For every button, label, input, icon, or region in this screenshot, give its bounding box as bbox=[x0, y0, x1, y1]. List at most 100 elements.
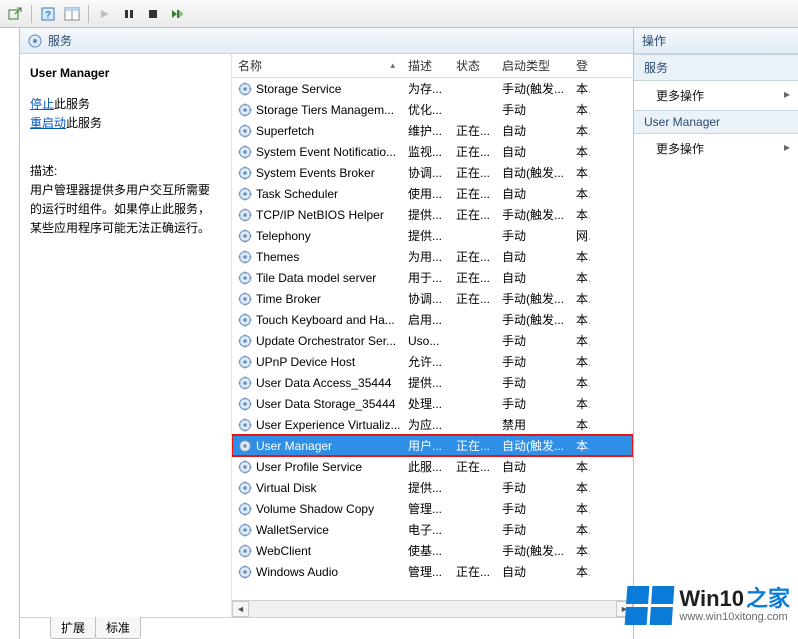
service-logon: 本 bbox=[570, 311, 590, 328]
actions-group-services: 服务 bbox=[634, 54, 798, 81]
service-icon bbox=[238, 313, 252, 327]
service-row[interactable]: WebClient使基...手动(触发...本 bbox=[232, 540, 633, 561]
col-start-type[interactable]: 启动类型 bbox=[496, 54, 570, 77]
scroll-left-icon[interactable]: ◄ bbox=[232, 601, 249, 617]
service-row[interactable]: User Profile Service此服...正在...自动本 bbox=[232, 456, 633, 477]
service-row[interactable]: Storage Service为存...手动(触发...本 bbox=[232, 78, 633, 99]
h-scrollbar[interactable]: ◄ ► bbox=[232, 600, 633, 617]
service-row[interactable]: Touch Keyboard and Ha...启用...手动(触发...本 bbox=[232, 309, 633, 330]
service-row[interactable]: User Experience Virtualiz...为应...禁用本 bbox=[232, 414, 633, 435]
service-name: WebClient bbox=[256, 544, 311, 558]
scroll-track[interactable] bbox=[249, 601, 616, 617]
service-desc: 使基... bbox=[402, 542, 450, 559]
service-status: 正在... bbox=[450, 248, 496, 265]
service-row[interactable]: User Data Access_35444提供...手动本 bbox=[232, 372, 633, 393]
service-row[interactable]: WalletService电子...手动本 bbox=[232, 519, 633, 540]
service-logon: 本 bbox=[570, 248, 590, 265]
service-icon bbox=[238, 334, 252, 348]
stop-icon[interactable] bbox=[142, 3, 164, 25]
service-desc: 此服... bbox=[402, 458, 450, 475]
selected-service-title: User Manager bbox=[30, 64, 221, 83]
help-icon[interactable]: ? bbox=[37, 3, 59, 25]
service-type: 手动 bbox=[496, 227, 570, 244]
service-type: 手动 bbox=[496, 521, 570, 538]
service-status: 正在... bbox=[450, 563, 496, 580]
service-icon bbox=[238, 460, 252, 474]
chevron-right-icon: ▸ bbox=[784, 140, 790, 154]
col-logon[interactable]: 登 bbox=[570, 54, 590, 77]
service-name: Telephony bbox=[256, 229, 311, 243]
service-name: Update Orchestrator Ser... bbox=[256, 334, 396, 348]
column-headers[interactable]: 名称▴ 描述 状态 启动类型 登 bbox=[232, 54, 633, 78]
service-name: Virtual Disk bbox=[256, 481, 316, 495]
service-row[interactable]: Virtual Disk提供...手动本 bbox=[232, 477, 633, 498]
service-icon bbox=[238, 523, 252, 537]
service-row[interactable]: User Data Storage_35444处理...手动本 bbox=[232, 393, 633, 414]
restart-icon[interactable] bbox=[166, 3, 188, 25]
tab-extended[interactable]: 扩展 bbox=[50, 617, 96, 639]
service-status: 正在... bbox=[450, 185, 496, 202]
service-icon bbox=[238, 292, 252, 306]
service-icon bbox=[238, 439, 252, 453]
service-icon bbox=[238, 355, 252, 369]
col-status[interactable]: 状态 bbox=[450, 54, 496, 77]
service-row[interactable]: Telephony提供...手动网 bbox=[232, 225, 633, 246]
service-logon: 本 bbox=[570, 80, 590, 97]
service-icon bbox=[238, 502, 252, 516]
service-desc: 为用... bbox=[402, 248, 450, 265]
export-icon[interactable] bbox=[4, 3, 26, 25]
service-row[interactable]: UPnP Device Host允许...手动本 bbox=[232, 351, 633, 372]
service-icon bbox=[238, 250, 252, 264]
service-type: 自动 bbox=[496, 563, 570, 580]
col-name[interactable]: 名称▴ bbox=[232, 54, 402, 77]
stop-link[interactable]: 停止 bbox=[30, 95, 54, 114]
service-type: 自动 bbox=[496, 143, 570, 160]
sort-asc-icon: ▴ bbox=[390, 60, 395, 71]
service-logon: 本 bbox=[570, 143, 590, 160]
watermark: Win10之家 www.win10xitong.com bbox=[626, 586, 790, 625]
service-row[interactable]: Update Orchestrator Ser...Uso...手动本 bbox=[232, 330, 633, 351]
service-desc: 管理... bbox=[402, 563, 450, 580]
panel-title: 服务 bbox=[48, 32, 72, 49]
service-row[interactable]: User Manager用户...正在...自动(触发...本 bbox=[232, 435, 633, 456]
service-type: 手动 bbox=[496, 101, 570, 118]
actions-header: 操作 bbox=[634, 28, 798, 54]
service-name: Time Broker bbox=[256, 292, 321, 306]
panel-icon[interactable] bbox=[61, 3, 83, 25]
service-row[interactable]: Tile Data model server用于...正在...自动本 bbox=[232, 267, 633, 288]
service-row[interactable]: System Events Broker协调...正在...自动(触发...本 bbox=[232, 162, 633, 183]
service-type: 手动(触发... bbox=[496, 80, 570, 97]
service-status: 正在... bbox=[450, 122, 496, 139]
restart-link[interactable]: 重启动 bbox=[30, 114, 66, 133]
service-row[interactable]: Windows Audio管理...正在...自动本 bbox=[232, 561, 633, 582]
panel-header: 服务 bbox=[20, 28, 633, 54]
service-desc: 监视... bbox=[402, 143, 450, 160]
service-icon bbox=[238, 103, 252, 117]
service-icon bbox=[238, 82, 252, 96]
toolbar: ? bbox=[0, 0, 798, 28]
service-icon bbox=[238, 145, 252, 159]
service-row[interactable]: Time Broker协调...正在...手动(触发...本 bbox=[232, 288, 633, 309]
service-row[interactable]: TCP/IP NetBIOS Helper提供...正在...手动(触发...本 bbox=[232, 204, 633, 225]
service-row[interactable]: Storage Tiers Managem...优化...手动本 bbox=[232, 99, 633, 120]
service-row[interactable]: Volume Shadow Copy管理...手动本 bbox=[232, 498, 633, 519]
pause-icon[interactable] bbox=[118, 3, 140, 25]
tab-standard[interactable]: 标准 bbox=[95, 617, 141, 639]
actions-more-1[interactable]: 更多操作▸ bbox=[634, 81, 798, 110]
col-desc[interactable]: 描述 bbox=[402, 54, 450, 77]
service-row[interactable]: Superfetch维护...正在...自动本 bbox=[232, 120, 633, 141]
service-icon bbox=[238, 208, 252, 222]
service-icon bbox=[238, 229, 252, 243]
actions-more-2[interactable]: 更多操作▸ bbox=[634, 134, 798, 163]
service-logon: 本 bbox=[570, 206, 590, 223]
service-list[interactable]: Storage Service为存...手动(触发...本Storage Tie… bbox=[232, 78, 633, 600]
service-row[interactable]: System Event Notificatio...监视...正在...自动本 bbox=[232, 141, 633, 162]
service-name: Windows Audio bbox=[256, 565, 338, 579]
service-logon: 本 bbox=[570, 416, 590, 433]
service-row[interactable]: Task Scheduler使用...正在...自动本 bbox=[232, 183, 633, 204]
service-status: 正在... bbox=[450, 206, 496, 223]
play-icon[interactable] bbox=[94, 3, 116, 25]
service-row[interactable]: Themes为用...正在...自动本 bbox=[232, 246, 633, 267]
service-logon: 本 bbox=[570, 374, 590, 391]
service-type: 手动(触发... bbox=[496, 290, 570, 307]
